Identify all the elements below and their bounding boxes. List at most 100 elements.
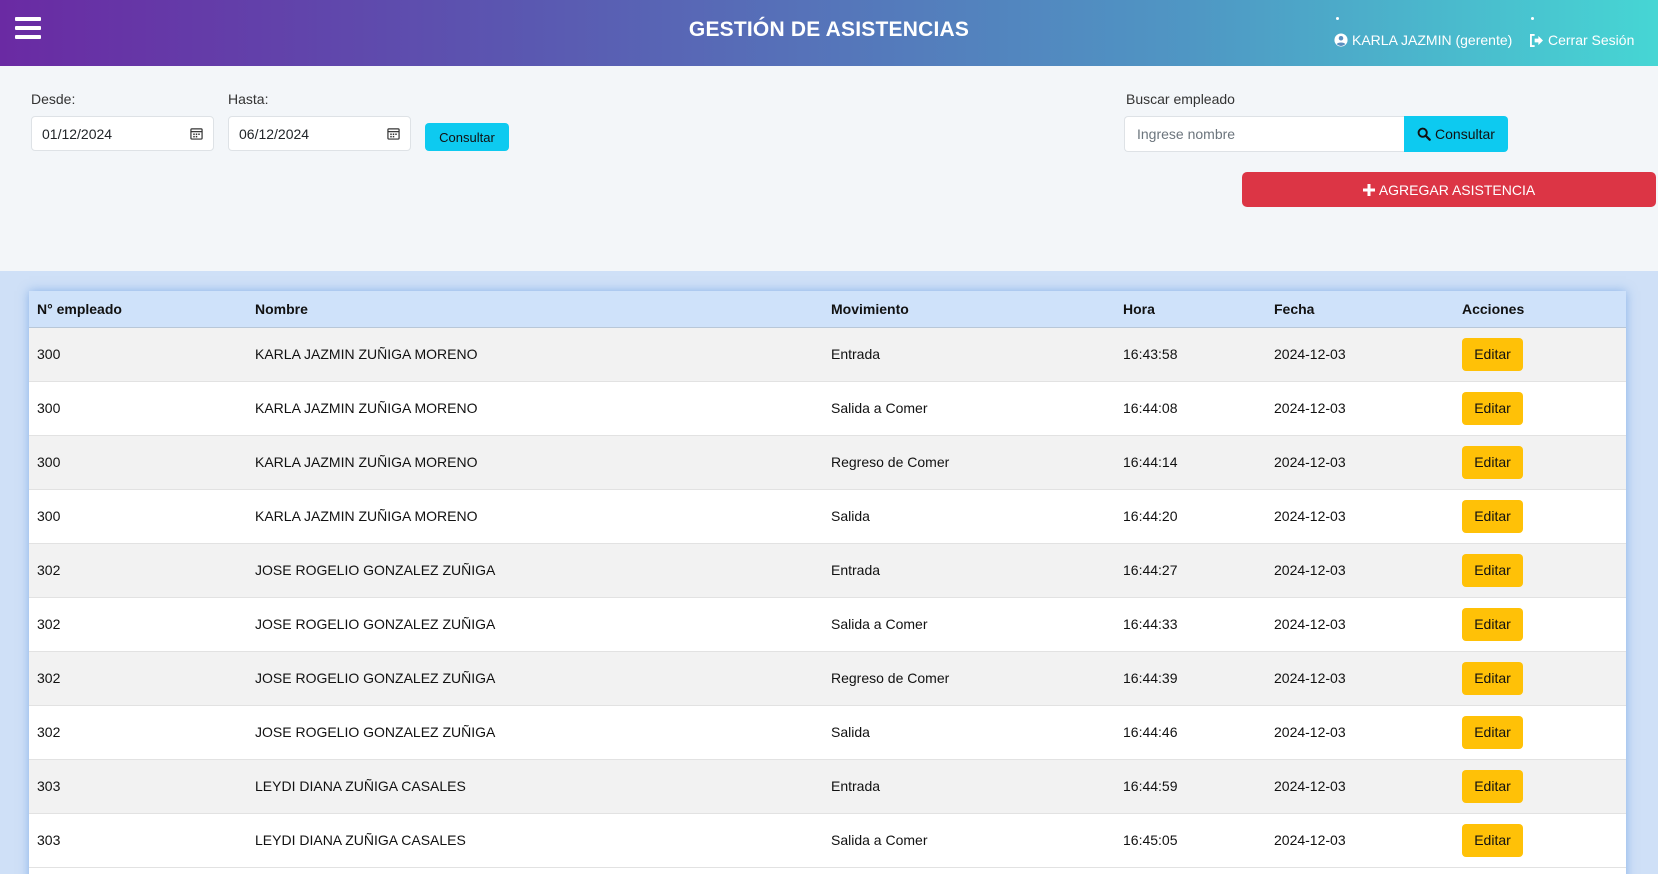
employee-number-cell: 302 [37, 616, 61, 632]
employee-number-cell: 300 [37, 454, 61, 470]
employee-number-cell: 302 [37, 562, 61, 578]
actions-cell: Editar [1454, 435, 1626, 489]
movement-cell: Regreso de Comer [831, 454, 950, 470]
desde-date-input[interactable]: 01/12/2024 [31, 116, 214, 151]
add-attendance-button[interactable]: AGREGAR ASISTENCIA [1242, 172, 1656, 207]
time-cell: 16:45:05 [1123, 832, 1178, 848]
attendance-table-card: N° empleado Nombre Movimiento Hora Fecha… [29, 291, 1626, 874]
date-cell: 2024-12-03 [1274, 724, 1346, 740]
column-header[interactable]: Movimiento [823, 291, 1115, 328]
date-cell: 2024-12-03 [1274, 454, 1346, 470]
table-row: 303 LEYDI DIANA ZUÑIGA CASALES Entrada 16:4… [29, 759, 1626, 813]
date-cell: 2024-12-03 [1274, 778, 1346, 794]
date-cell: 2024-12-03 [1274, 400, 1346, 416]
actions-cell: Editar [1454, 381, 1626, 435]
table-row: 302 JOSE ROGELIO GONZALEZ ZUÑIGA Regreso d… [29, 651, 1626, 705]
employee-name-cell: KARLA JAZMIN ZUÑIGA MORENO [255, 454, 478, 470]
movement-cell: Regreso de Comer [831, 670, 950, 686]
calendar-icon[interactable] [387, 127, 400, 140]
user-menu[interactable]: KARLA JAZMIN (gerente) [1334, 32, 1512, 48]
edit-button[interactable]: Editar [1462, 661, 1523, 695]
employee-number-cell: 303 [37, 778, 61, 794]
time-cell: 16:44:20 [1123, 508, 1178, 524]
date-cell: 2024-12-03 [1274, 562, 1346, 578]
sign-out-icon [1530, 33, 1543, 47]
employee-number-cell: 300 [37, 346, 61, 362]
time-cell: 16:44:59 [1123, 778, 1178, 794]
time-cell: 16:44:08 [1123, 400, 1178, 416]
movement-cell: Entrada [831, 778, 881, 794]
employee-name-cell: JOSE ROGELIO GONZALEZ ZUÑIGA [255, 670, 496, 686]
time-cell: 16:44:46 [1123, 724, 1178, 740]
consultar-dates-button[interactable]: Consultar [425, 123, 509, 151]
actions-cell: Editar [1454, 597, 1626, 651]
column-header[interactable]: Nombre [247, 291, 823, 328]
attendance-table: N° empleado Nombre Movimiento Hora Fecha… [29, 291, 1626, 868]
employee-number-cell: 303 [37, 832, 61, 848]
time-cell: 16:44:39 [1123, 670, 1178, 686]
movement-cell: Salida [831, 724, 870, 740]
table-row: 300 KARLA JAZMIN ZUÑIGA MORENO Salida 16:44… [29, 489, 1626, 543]
employee-name-cell: KARLA JAZMIN ZUÑIGA MORENO [255, 346, 478, 362]
time-cell: 16:44:33 [1123, 616, 1178, 632]
calendar-icon[interactable] [190, 127, 203, 140]
user-circle-icon [1334, 33, 1348, 47]
movement-cell: Salida a Comer [831, 616, 928, 632]
top-navbar: GESTIÓN DE ASISTENCIAS KARLA JAZMIN (ger… [0, 0, 1658, 66]
employee-name-cell: JOSE ROGELIO GONZALEZ ZUÑIGA [255, 562, 496, 578]
time-cell: 16:43:58 [1123, 346, 1178, 362]
table-row: 300 KARLA JAZMIN ZUÑIGA MORENO Entrada 16:4… [29, 327, 1626, 381]
search-employee-input[interactable]: Ingrese nombre [1124, 116, 1404, 152]
date-cell: 2024-12-03 [1274, 616, 1346, 632]
movement-cell: Salida a Comer [831, 400, 928, 416]
user-name: KARLA JAZMIN (gerente) [1352, 32, 1513, 48]
date-cell: 2024-12-03 [1274, 832, 1346, 848]
logout-link[interactable]: Cerrar Sesión [1529, 32, 1634, 48]
actions-cell: Editar [1454, 651, 1626, 705]
movement-cell: Entrada [831, 346, 881, 362]
desde-label: Desde: [31, 91, 76, 107]
table-row: 300 KARLA JAZMIN ZUÑIGA MORENO Salida a Co… [29, 381, 1626, 435]
column-header[interactable]: N° empleado [29, 291, 247, 328]
employee-number-cell: 302 [37, 724, 61, 740]
actions-cell: Editar [1454, 489, 1626, 543]
edit-button[interactable]: Editar [1462, 499, 1523, 533]
edit-button[interactable]: Editar [1462, 391, 1523, 425]
employee-number-cell: 300 [37, 400, 61, 416]
table-row: 302 JOSE ROGELIO GONZALEZ ZUÑIGA Salida a … [29, 597, 1626, 651]
plus-icon [1362, 183, 1375, 196]
time-cell: 16:44:14 [1123, 454, 1178, 470]
employee-number-cell: 300 [37, 508, 61, 524]
logout-label: Cerrar Sesión [1548, 32, 1635, 48]
hasta-date-value: 06/12/2024 [239, 125, 310, 142]
add-attendance-label: AGREGAR ASISTENCIA [1378, 181, 1536, 198]
edit-button[interactable]: Editar [1462, 769, 1523, 803]
edit-button[interactable]: Editar [1462, 445, 1523, 479]
table-section: N° empleado Nombre Movimiento Hora Fecha… [0, 271, 1658, 874]
edit-button[interactable]: Editar [1462, 607, 1523, 641]
edit-button[interactable]: Editar [1462, 823, 1523, 857]
edit-button[interactable]: Editar [1462, 715, 1523, 749]
date-cell: 2024-12-03 [1274, 346, 1346, 362]
hasta-label: Hasta: [228, 91, 269, 107]
employee-name-cell: KARLA JAZMIN ZUÑIGA MORENO [255, 508, 478, 524]
hasta-date-input[interactable]: 06/12/2024 [228, 116, 411, 151]
table-row: 302 JOSE ROGELIO GONZALEZ ZUÑIGA Salida 16:… [29, 705, 1626, 759]
edit-button[interactable]: Editar [1462, 553, 1523, 587]
column-header: Acciones [1454, 291, 1626, 328]
column-header[interactable]: Fecha [1266, 291, 1454, 328]
employee-name-cell: LEYDI DIANA ZUÑIGA CASALES [255, 778, 466, 794]
nav-dot [1531, 17, 1534, 20]
column-header[interactable]: Hora [1115, 291, 1266, 328]
edit-button[interactable]: Editar [1462, 337, 1523, 371]
table-header-row: N° empleado Nombre Movimiento Hora Fecha… [29, 291, 1626, 328]
employee-number-cell: 302 [37, 670, 61, 686]
search-consultar-button[interactable]: Consultar [1404, 116, 1508, 152]
actions-cell: Editar [1454, 759, 1626, 813]
table-row: 300 KARLA JAZMIN ZUÑIGA MORENO Regreso de … [29, 435, 1626, 489]
actions-cell: Editar [1454, 705, 1626, 759]
movement-cell: Entrada [831, 562, 881, 578]
desde-date-value: 01/12/2024 [42, 125, 113, 142]
search-icon [1417, 127, 1431, 141]
movement-cell: Salida [831, 508, 870, 524]
